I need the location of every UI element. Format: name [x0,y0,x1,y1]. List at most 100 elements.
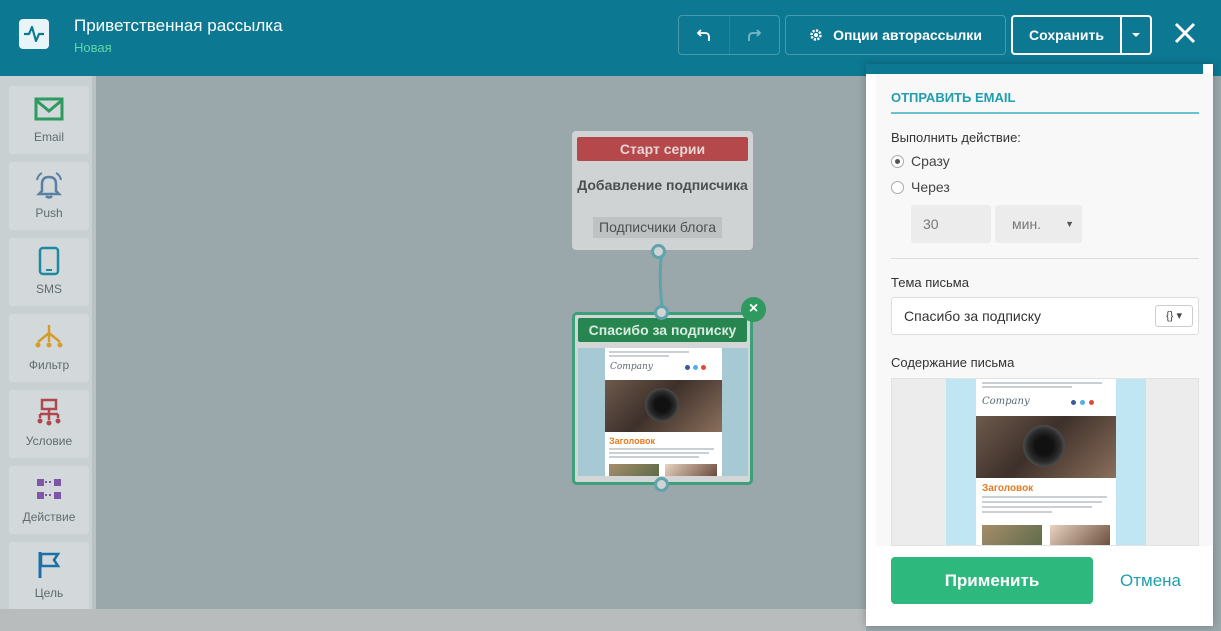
tool-action-label: Действие [22,510,76,524]
preview-line [982,382,1102,384]
preview-heading: Заголовок [609,436,656,446]
pulse-logo-icon [19,19,49,49]
history-buttons [678,15,780,55]
send-email-panel: ОТПРАВИТЬ EMAIL Выполнить действие: Сраз… [866,64,1213,626]
phone-icon [38,246,60,276]
tool-email[interactable]: Email [9,86,89,154]
condition-icon [37,398,61,426]
email-node[interactable]: Спасибо за подписку Company Заголовок [572,312,753,485]
preview-photo [976,416,1116,478]
save-dropdown-button[interactable] [1121,15,1152,55]
tool-email-label: Email [33,130,64,144]
start-node[interactable]: Старт серии Добавление подписчика Подпис… [572,131,753,250]
social-dot [693,365,698,370]
preview-image [1050,525,1110,545]
preview-image [665,464,717,476]
delay-unit-select[interactable]: мин. ▼ [995,205,1082,243]
undo-button[interactable] [679,16,729,54]
preview-line [609,448,714,450]
social-dot [1080,400,1085,405]
section-divider [891,258,1199,259]
email-node-output-port[interactable] [654,477,669,492]
apply-button[interactable]: Применить [891,557,1093,604]
social-dot [701,365,706,370]
action-icon [37,479,61,499]
action-timing-label: Выполнить действие: [891,130,1021,145]
caret-down-icon: ▼ [1065,219,1074,229]
filter-icon [35,325,63,348]
tool-condition[interactable]: Условие [9,390,89,458]
insert-variable-button[interactable]: {} ▾ [1155,305,1193,327]
subject-value: Спасибо за подписку [904,308,1041,324]
caret-down-icon: ▾ [1176,310,1182,322]
email-content-preview[interactable]: Company Заголовок [891,378,1199,546]
email-node-preview: Company Заголовок [605,348,722,476]
email-content-preview-page: Company Заголовок [976,379,1116,545]
panel-section-title: ОТПРАВИТЬ EMAIL [891,90,1016,105]
preview-logo: Company [982,396,1030,407]
tool-action[interactable]: Действие [9,466,89,534]
email-node-input-port[interactable] [654,305,669,320]
bell-icon [35,172,63,199]
preview-line [982,496,1107,498]
social-dot [685,365,690,370]
redo-button[interactable] [728,16,779,54]
preview-photo-lens [1023,425,1065,467]
flag-icon [38,552,61,578]
start-node-title: Добавление подписчика [577,177,748,193]
tool-condition-label: Условие [25,434,73,448]
toolbar-inner: Email Push SMS Фильтр Условие Действие Ц… [0,76,92,610]
delay-unit-value: мин. [1012,216,1042,232]
campaign-title: Приветственная рассылка [74,16,283,35]
subject-input[interactable]: Спасибо за подписку {} ▾ [891,297,1199,335]
panel-body: ОТПРАВИТЬ EMAIL Выполнить действие: Сраз… [876,74,1213,546]
preview-image [982,525,1042,545]
tool-goal[interactable]: Цель [9,542,89,610]
canvas-bottom-strip [0,609,866,631]
save-button[interactable]: Сохранить [1011,15,1122,55]
campaign-status: Новая [74,40,112,55]
preview-line [609,452,709,454]
tool-sms-label: SMS [35,282,62,296]
close-button[interactable] [1171,19,1199,47]
panel-title-divider [891,112,1199,114]
preview-photo [605,380,722,432]
preview-line [609,351,689,353]
email-node-delete-button[interactable]: × [741,297,766,322]
redo-icon [748,29,762,41]
preview-logo: Company [610,362,653,372]
cancel-button[interactable]: Отмена [1120,557,1181,604]
social-dot [1071,400,1076,405]
preview-line [609,456,699,458]
social-dot [1089,400,1094,405]
email-node-thumbnail: Company Заголовок [578,348,748,476]
preview-line [982,506,1092,508]
tool-push[interactable]: Push [9,162,89,230]
tool-filter-label: Фильтр [28,358,70,372]
element-toolbar: Email Push SMS Фильтр Условие Действие Ц… [0,76,96,610]
preview-image [609,464,659,476]
panel-footer: Применить Отмена [866,546,1213,626]
preview-line [609,355,669,357]
panel-topbar [866,64,1203,74]
content-label: Содержание письма [891,355,1015,370]
options-label: Опции авторассылки [833,27,982,43]
start-node-header: Старт серии [577,137,748,161]
tool-goal-label: Цель [34,586,64,600]
preview-line [982,511,1052,513]
preview-line [982,386,1072,388]
tool-sms[interactable]: SMS [9,238,89,306]
radio-after-delay-label[interactable]: Через [911,179,950,195]
envelope-icon [34,97,64,121]
radio-after-delay[interactable] [891,181,904,194]
tool-push-label: Push [35,206,63,220]
radio-immediately-label[interactable]: Сразу [911,153,950,169]
start-node-output-port[interactable] [651,244,666,259]
email-node-header: Спасибо за подписку [578,318,747,342]
tool-filter[interactable]: Фильтр [9,314,89,382]
preview-photo-lens [645,388,679,422]
subject-label: Тема письма [891,275,969,290]
delay-amount-input[interactable]: 30 [911,205,991,243]
autoresponder-options-button[interactable]: Опции авторассылки [785,15,1006,55]
radio-immediately[interactable] [891,155,904,168]
